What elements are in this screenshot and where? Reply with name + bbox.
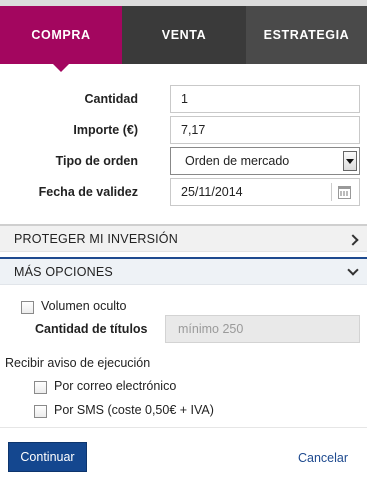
cantidad-titulos-label: Cantidad de títulos bbox=[35, 322, 148, 336]
correo-label: Por correo electrónico bbox=[54, 379, 177, 393]
cantidad-row: Cantidad 1 bbox=[0, 85, 367, 113]
continuar-label: Continuar bbox=[20, 450, 75, 464]
divider bbox=[0, 427, 367, 428]
section-mas-opciones[interactable]: MÁS OPCIONES bbox=[0, 257, 367, 285]
tab-compra-label: COMPRA bbox=[31, 28, 91, 42]
dropdown-arrow-icon[interactable] bbox=[343, 151, 357, 171]
calendar-icon[interactable] bbox=[338, 186, 351, 199]
fecha-validez-input[interactable]: 25/11/2014 bbox=[170, 178, 360, 206]
tab-venta[interactable]: VENTA bbox=[122, 6, 246, 64]
cantidad-label: Cantidad bbox=[84, 92, 138, 106]
continuar-button[interactable]: Continuar bbox=[8, 442, 87, 472]
section-mas-opciones-label: MÁS OPCIONES bbox=[14, 264, 113, 279]
order-tabs: COMPRA VENTA ESTRATEGIA bbox=[0, 0, 367, 72]
date-separator bbox=[331, 183, 332, 201]
importe-row: Importe (€) 7,17 bbox=[0, 116, 367, 144]
tab-estrategia-label: ESTRATEGIA bbox=[263, 28, 350, 42]
tab-compra[interactable]: COMPRA bbox=[0, 6, 122, 72]
importe-value: 7,17 bbox=[181, 123, 206, 137]
tipo-orden-row: Tipo de orden Orden de mercado bbox=[0, 147, 367, 175]
tab-estrategia[interactable]: ESTRATEGIA bbox=[246, 6, 367, 64]
volumen-oculto-checkbox[interactable] bbox=[21, 301, 34, 314]
chevron-right-icon bbox=[347, 234, 359, 246]
fecha-validez-label: Fecha de validez bbox=[38, 185, 138, 199]
section-proteger-label: PROTEGER MI INVERSIÓN bbox=[14, 231, 178, 246]
importe-label: Importe (€) bbox=[73, 123, 138, 137]
sms-label: Por SMS (coste 0,50€ + IVA) bbox=[54, 403, 214, 417]
fecha-validez-row: Fecha de validez 25/11/2014 bbox=[0, 178, 367, 206]
cancelar-link[interactable]: Cancelar bbox=[298, 451, 348, 465]
section-proteger-inversion[interactable]: PROTEGER MI INVERSIÓN bbox=[0, 224, 367, 252]
correo-checkbox[interactable] bbox=[34, 381, 47, 394]
cantidad-titulos-input: mínimo 250 bbox=[165, 315, 360, 343]
cantidad-value: 1 bbox=[181, 92, 188, 106]
tipo-orden-select[interactable]: Orden de mercado bbox=[170, 147, 360, 175]
sms-checkbox[interactable] bbox=[34, 405, 47, 418]
aviso-ejecucion-label: Recibir aviso de ejecución bbox=[5, 356, 151, 370]
cantidad-input[interactable]: 1 bbox=[170, 85, 360, 113]
cantidad-titulos-placeholder: mínimo 250 bbox=[178, 322, 244, 336]
tab-venta-label: VENTA bbox=[161, 28, 207, 42]
fecha-validez-value: 25/11/2014 bbox=[181, 185, 243, 199]
importe-input[interactable]: 7,17 bbox=[170, 116, 360, 144]
tipo-orden-selected: Orden de mercado bbox=[185, 154, 290, 168]
volumen-oculto-label: Volumen oculto bbox=[41, 299, 127, 313]
tipo-orden-label: Tipo de orden bbox=[55, 154, 138, 168]
chevron-down-icon bbox=[347, 264, 359, 276]
